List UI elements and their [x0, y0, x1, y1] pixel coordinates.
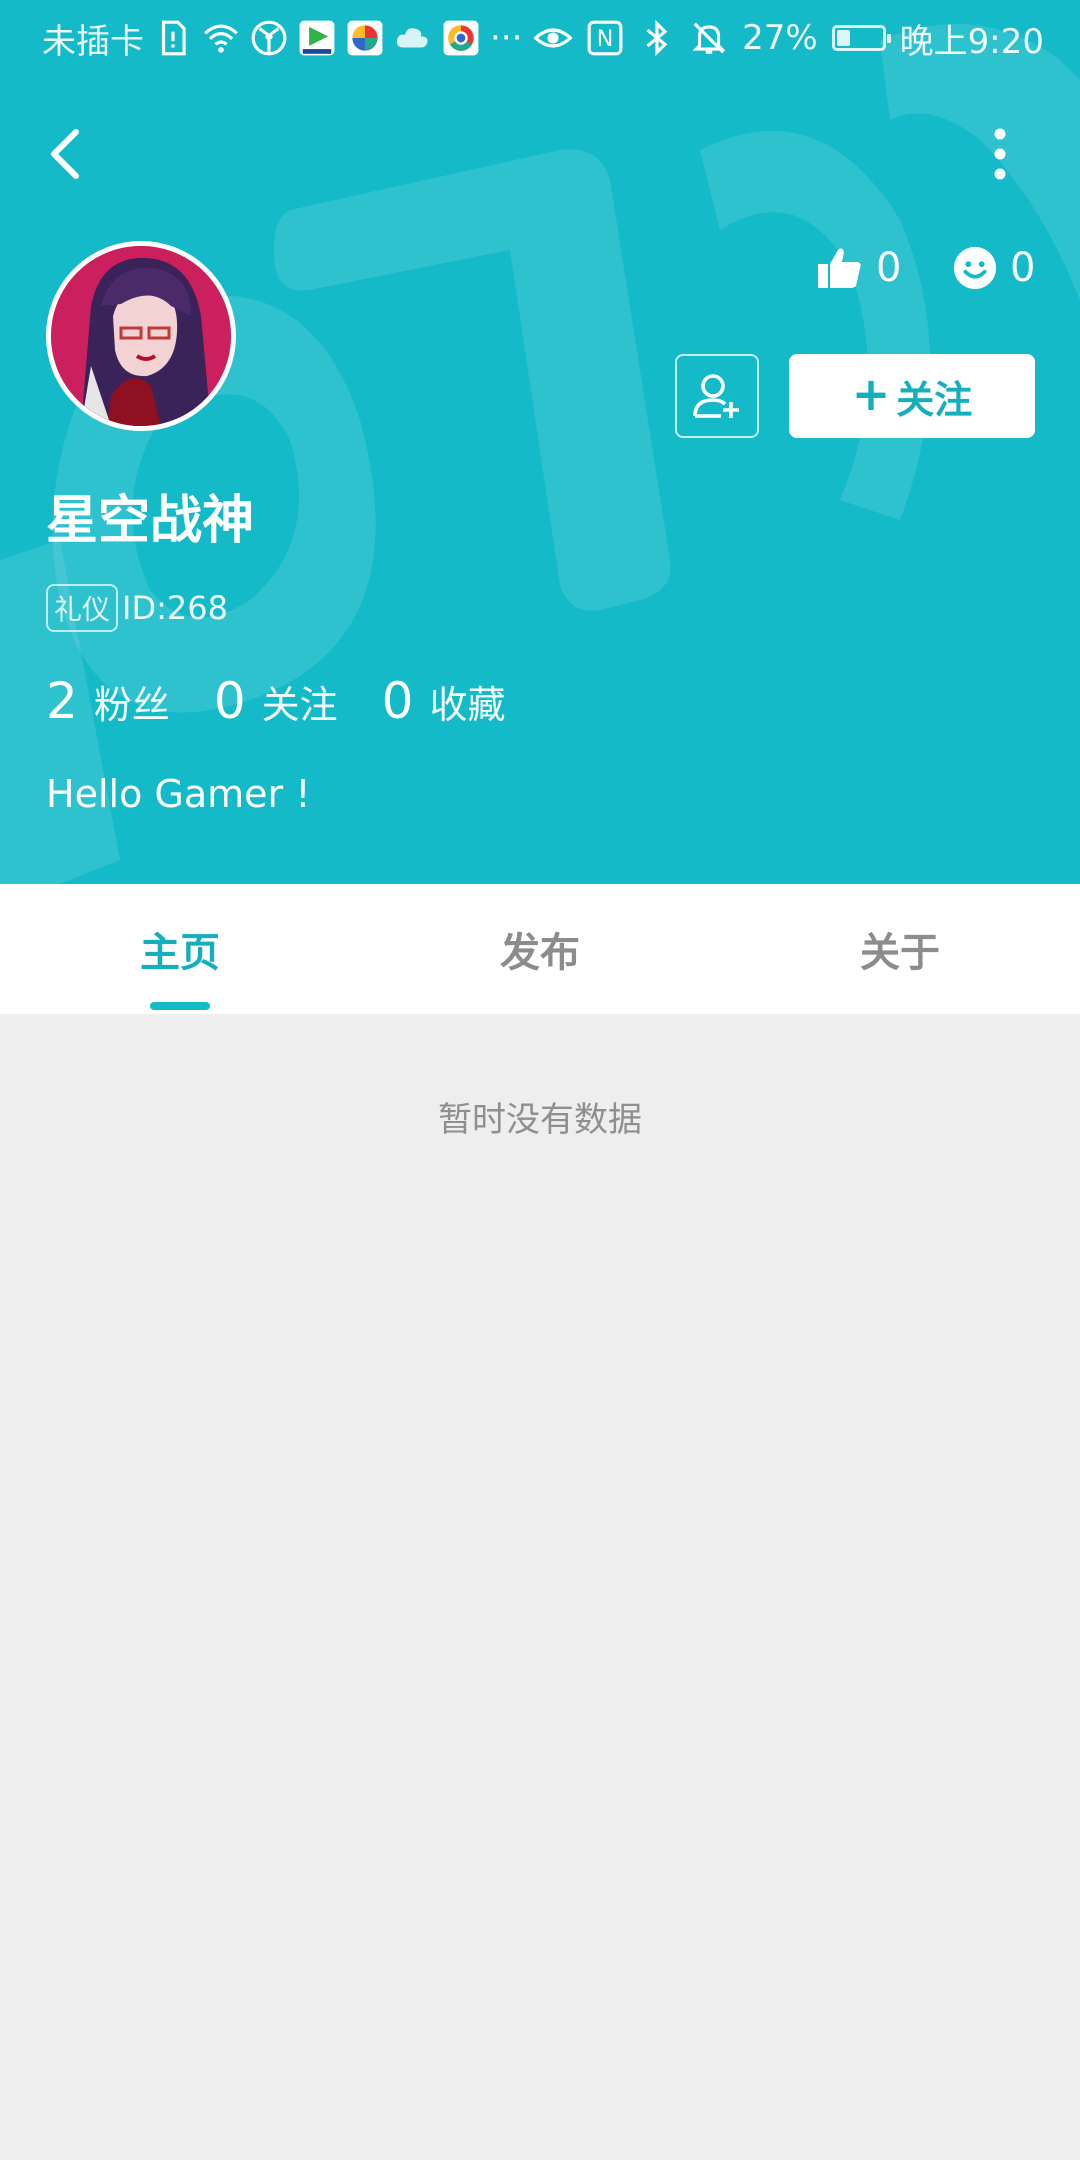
favorites-count[interactable]: 0 收藏: [382, 672, 506, 730]
follow-label: 关注: [896, 377, 973, 422]
colorful-app-icon: [347, 20, 383, 56]
follow-button[interactable]: + 关注: [789, 354, 1035, 438]
nfc-icon: N: [587, 20, 623, 56]
status-bar: 未插卡 ··· N 27% 晚上9:20: [0, 0, 1080, 76]
count-label: 关注: [261, 683, 338, 727]
smiles-count: 0: [1010, 245, 1036, 291]
status-time: 晚上9:20: [899, 21, 1044, 62]
avatar-image: [51, 246, 231, 426]
tab-label: 发布: [500, 930, 580, 976]
battery-icon: [831, 25, 891, 51]
tab-home[interactable]: 主页: [0, 884, 360, 1014]
user-id-row: 礼仪 ID:268: [46, 584, 228, 632]
battery-percent: 27%: [742, 18, 818, 58]
count-label: 粉丝: [93, 683, 170, 727]
eye-icon: [534, 28, 573, 48]
following-count[interactable]: 0 关注: [214, 672, 338, 730]
tab-about[interactable]: 关于: [720, 884, 1080, 1014]
count-value: 2: [46, 672, 78, 730]
back-button[interactable]: [36, 118, 96, 190]
bell-off-icon: [692, 22, 726, 54]
role-badge: 礼仪: [46, 584, 119, 632]
wifi-icon: [204, 24, 238, 53]
chrome-app-icon: [443, 20, 479, 56]
active-tab-indicator: [150, 1002, 210, 1010]
thumbs-up-icon: [818, 248, 861, 288]
battery-level: [836, 30, 850, 46]
likes-count: 0: [876, 245, 902, 291]
app-shutter-icon: [251, 20, 287, 56]
counts-row: 2 粉丝 0 关注 0 收藏: [46, 672, 549, 730]
likes-counter[interactable]: 0: [816, 240, 901, 296]
followers-count[interactable]: 2 粉丝: [46, 672, 170, 730]
smiles-counter[interactable]: 0: [952, 240, 1035, 296]
profile-header: 未插卡 ··· N 27% 晚上9:20 0 0 + 关注 星空战神 礼仪 ID…: [0, 0, 1080, 884]
more-options-button[interactable]: [978, 118, 1022, 190]
more-notifications: ···: [490, 18, 523, 58]
add-friend-button[interactable]: [675, 354, 759, 438]
plus-icon: +: [851, 367, 891, 421]
more-vertical-icon: [994, 128, 1006, 180]
username: 星空战神: [46, 491, 255, 551]
user-id: ID:268: [122, 589, 228, 627]
tab-label: 主页: [140, 930, 220, 976]
empty-state-message: 暂时没有数据: [438, 1100, 642, 1140]
count-value: 0: [381, 672, 414, 730]
bluetooth-icon: [646, 19, 668, 57]
tab-label: 关于: [860, 930, 940, 976]
svg-text:N: N: [597, 26, 614, 52]
status-right: N 27% 晚上9:20: [534, 14, 1044, 62]
cloud-icon: [396, 28, 428, 48]
count-value: 0: [213, 672, 246, 730]
video-app-icon: [299, 20, 335, 56]
status-left: 未插卡 ···: [42, 14, 522, 62]
count-label: 收藏: [429, 683, 506, 727]
smiley-icon: [953, 246, 997, 290]
sim-icon: [161, 20, 186, 56]
tab-bar: 主页 发布 关于: [0, 884, 1080, 1014]
chevron-left-icon: [51, 129, 79, 179]
carrier-text: 未插卡: [42, 21, 144, 62]
avatar[interactable]: [46, 241, 236, 431]
tab-posts[interactable]: 发布: [360, 884, 720, 1014]
watermark-logo: [0, 24, 1080, 884]
bio: Hello Gamer !: [46, 772, 311, 816]
add-user-icon: [693, 374, 739, 418]
